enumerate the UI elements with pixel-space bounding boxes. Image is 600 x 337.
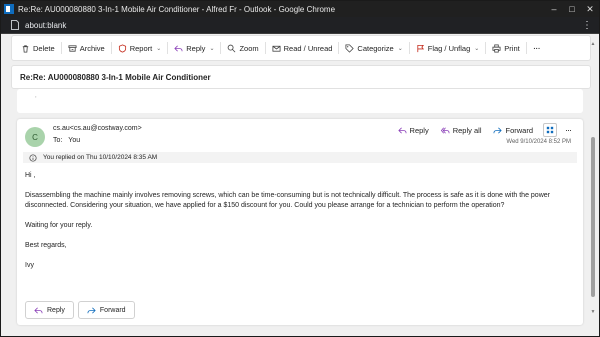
categorize-button[interactable]: Categorize ⌄ [340, 44, 407, 53]
archive-icon [68, 44, 77, 52]
email-subject: Re:Re: AU000080880 3-In-1 Mobile Air Con… [11, 65, 591, 89]
divider [110, 42, 112, 54]
divider [525, 42, 527, 54]
title-bar: Re:Re: AU000080880 3-In-1 Mobile Air Con… [1, 1, 599, 17]
shield-icon [118, 43, 126, 53]
message-date: Wed 9/10/2024 8:52 PM [506, 139, 571, 145]
body-closing-line: Waiting for your reply. [25, 222, 93, 229]
more-icon: ··· [532, 42, 541, 54]
divider [60, 42, 62, 54]
sender[interactable]: cs.au<cs.au@costway.com> [53, 125, 142, 132]
page-icon [11, 20, 19, 30]
divider [408, 42, 410, 54]
delete-label: Delete [33, 43, 55, 53]
sign-off: Best regards, [25, 242, 67, 249]
print-button[interactable]: Print [487, 44, 524, 53]
replied-notice: You replied on Thu 10/10/2024 8:35 AM [23, 152, 577, 163]
app-icon [4, 4, 14, 14]
report-label: Report [129, 43, 153, 53]
more-icon[interactable]: ⋮ [582, 20, 592, 31]
chevron-down-icon[interactable]: ⌄ [398, 45, 403, 52]
reply-button[interactable]: Reply [392, 126, 435, 135]
avatar[interactable]: C [25, 127, 45, 147]
forward-icon [87, 307, 96, 313]
divider [167, 42, 169, 54]
grid-icon[interactable] [543, 123, 557, 137]
bottom-reply-button[interactable]: Reply [25, 301, 74, 319]
chevron-down-icon[interactable]: ⌄ [156, 45, 161, 52]
message-actions: Reply Reply all Forward ··· [392, 123, 575, 137]
divider [338, 42, 340, 54]
close-icon[interactable]: ✕ [581, 1, 599, 17]
quick-reply-bar: Reply Forward [25, 301, 135, 319]
collapsed-preview-mark: , [35, 93, 37, 99]
print-label: Print [504, 43, 520, 53]
divider [220, 42, 222, 54]
window-title: Re:Re: AU000080880 3-In-1 Mobile Air Con… [18, 4, 336, 14]
collapsed-message[interactable]: , [17, 89, 583, 113]
reply-all-label: Reply all [452, 125, 482, 135]
forward-button[interactable]: Forward [487, 126, 539, 135]
vertical-scrollbar[interactable]: ▲ ▼ [590, 41, 596, 327]
more-icon[interactable]: ··· [561, 125, 575, 135]
reading-pane: Delete Archive Report ⌄ Reply ⌄ Zoom Rea… [11, 35, 591, 331]
info-icon [29, 153, 37, 162]
scroll-thumb[interactable] [591, 137, 595, 297]
forward-icon [493, 127, 503, 133]
reply-icon [397, 127, 407, 133]
trash-icon [22, 44, 29, 53]
read-unread-button[interactable]: Read / Unread [267, 44, 338, 53]
scroll-track[interactable] [590, 47, 596, 309]
bottom-forward-button[interactable]: Forward [77, 301, 135, 319]
chevron-down-icon[interactable]: ⌄ [209, 45, 214, 52]
flag-button[interactable]: Flag / Unflag ⌄ [411, 44, 485, 53]
flag-icon [417, 44, 424, 52]
archive-button[interactable]: Archive [63, 44, 110, 53]
delete-button[interactable]: Delete [16, 44, 60, 53]
message-card: C cs.au<cs.au@costway.com> To: You Reply… [17, 119, 583, 325]
read-unread-label: Read / Unread [283, 43, 333, 53]
minimize-icon[interactable]: – [545, 1, 563, 17]
reply-label: Reply [186, 43, 206, 53]
zoom-label: Zoom [239, 43, 259, 53]
divider [485, 42, 487, 54]
categorize-label: Categorize [357, 43, 394, 53]
envelope-icon [272, 45, 281, 52]
address-bar[interactable]: about:blank ⋮ [1, 17, 599, 34]
recipients: To: You [53, 137, 80, 144]
reply-icon [174, 45, 183, 51]
to-value[interactable]: You [68, 137, 80, 144]
greeting: Hi , [25, 172, 36, 179]
divider [264, 42, 266, 54]
archive-label: Archive [79, 43, 105, 53]
reply-all-icon [440, 127, 450, 133]
reply-button[interactable]: Reply ⌄ [169, 44, 219, 53]
forward-label: Forward [505, 125, 533, 135]
report-button[interactable]: Report ⌄ [113, 44, 167, 53]
signature-name: Ivy [25, 262, 34, 269]
body-paragraph: Disassembling the machine mainly involve… [25, 192, 550, 209]
reply-all-button[interactable]: Reply all [435, 126, 488, 135]
chevron-down-icon[interactable]: ⌄ [474, 45, 479, 52]
zoom-icon [228, 44, 236, 52]
more-actions-button[interactable]: ··· [528, 43, 545, 54]
message-toolbar: Delete Archive Report ⌄ Reply ⌄ Zoom Rea… [11, 35, 591, 61]
to-label: To: [53, 137, 63, 144]
scroll-down-icon[interactable]: ▼ [590, 309, 596, 315]
bottom-reply-label: Reply [47, 306, 65, 314]
reply-icon [34, 307, 43, 313]
tag-icon [345, 43, 355, 53]
zoom-button[interactable]: Zoom [222, 44, 263, 53]
browser-window: Re:Re: AU000080880 3-In-1 Mobile Air Con… [0, 0, 600, 337]
flag-label: Flag / Unflag [427, 43, 471, 53]
message-body: Hi , Disassembling the machine mainly in… [25, 171, 577, 281]
printer-icon [492, 43, 501, 53]
url-text[interactable]: about:blank [25, 21, 66, 30]
maximize-icon[interactable]: □ [563, 1, 581, 17]
bottom-forward-label: Forward [99, 306, 126, 314]
replied-notice-text: You replied on Thu 10/10/2024 8:35 AM [43, 154, 158, 161]
reply-label: Reply [409, 125, 429, 135]
